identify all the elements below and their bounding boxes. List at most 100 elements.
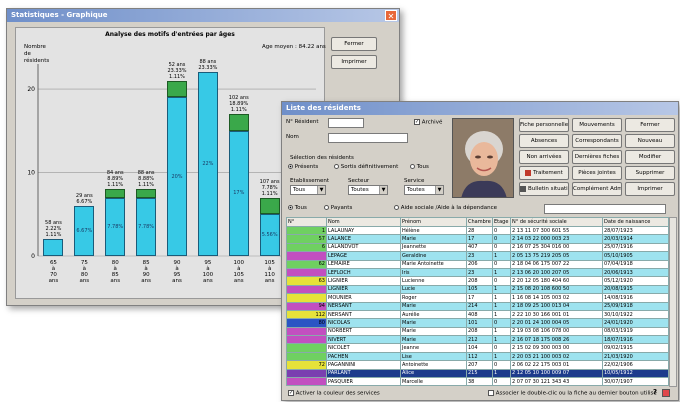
column-header[interactable]: Prénom [400,217,467,227]
print-button[interactable]: Imprimer [331,55,377,69]
table-row[interactable]: 57 LALANCE Marie 17 0 2 14 03 22 000 003 23 20… [286,234,669,244]
table-row[interactable]: 94 NERSANT Marie 214 1 2 18 09 25 100 013 04 2… [286,301,669,311]
table-cell: 1 [492,251,511,261]
x-tick-label: 90 à 95 ans [170,260,184,284]
table-cell: PASQUIER [326,377,401,387]
new-button[interactable]: Nouveau [625,134,675,148]
chevron-down-icon: ▼ [435,186,443,194]
print-button[interactable]: Imprimer [625,182,675,196]
attachments-button[interactable]: Pièces jointes [572,166,622,180]
table-cell: Marie [400,326,467,337]
status-radio-label: Présents [294,164,319,170]
admin-complement-button[interactable]: Complément Adm. [572,182,622,196]
archive-checkbox[interactable]: ✓ Archivé [414,119,442,126]
bar-segment-top [259,197,280,215]
resident-list-window: Liste des résidents N° Résident Nom ✓ Ar… [281,101,679,401]
absences-button[interactable]: Absences [519,134,569,148]
table-row[interactable]: LEPAGE Geraldine 23 1 2 05 13 75 219 205 05 0… [286,251,669,261]
table-cell: 1 [492,335,511,345]
bar-inner-label: 6.67% [76,227,93,234]
colors-checkbox[interactable]: ✓ Activer la couleur des services [288,390,380,397]
option-check-icon [488,390,494,396]
radio-icon [288,164,293,169]
personal-file-button[interactable]: Fiche personnelle [519,118,569,132]
table-row[interactable]: LIGNIER Lucie 105 1 2 15 08 20 108 600 50 20/… [286,284,669,295]
sector-select[interactable]: Toutes ▼ [348,185,388,195]
bar-1: 6.67% 29 ans 6.67% [74,193,95,256]
bar-top-label-line: 6.67% [76,198,93,205]
table-row[interactable]: PARLANT Alice 215 1 2 12 05 10 100 009 07 10/… [286,368,669,379]
column-header[interactable]: Chambre [466,217,493,227]
table-cell: 0 [492,259,511,269]
x-tick-label-line: ans [264,278,275,284]
table-row[interactable]: MOUNIER Roger 17 1 1 16 08 14 105 003 02 14/0… [286,293,669,303]
y-tick-label: 10 [27,170,35,177]
bar-segment-top [136,189,157,198]
status-radio-present[interactable]: Présents [288,164,318,170]
table-row[interactable]: 80 NICOLAS Marie 101 0 2 20 01 24 100 004 05 2… [286,318,669,328]
filter-radio-all[interactable]: Tous [288,205,307,211]
scrollbar[interactable] [669,217,677,387]
column-header[interactable]: Etage [492,217,511,227]
resident-number-field[interactable] [328,118,364,128]
bar-inner-label: 7.78% [107,223,124,230]
table-cell: 17 [466,293,493,303]
name-field[interactable] [328,133,408,143]
table-row[interactable]: PACHEN Lise 112 1 2 20 03 21 100 003 02 21/03… [286,351,669,362]
column-header[interactable]: N° de sécurité sociale [510,217,603,227]
modify-button[interactable]: Modifier [625,150,675,164]
status-bulletin-button[interactable]: Bulletin situation [519,182,569,196]
establishment-select[interactable]: Tous ▼ [290,185,326,195]
bar-top-label-line: 1.11% [230,107,247,114]
table-row[interactable]: 1 LALAUNAY Hélène 28 0 2 13 11 07 300 601 55 2… [286,225,669,236]
service-color-cell [286,267,327,278]
last-files-button[interactable]: Dernières fiches [572,150,622,164]
table-cell: 30/07/1907 [602,377,669,387]
chart-area: Analyse des motifs d'entrées par âges No… [15,27,326,299]
table-cell: Marie Antoinette [400,259,467,269]
table-row[interactable]: 72 PAGANNINI Antoinette 207 0 2 06 02 22 175 … [286,360,669,370]
table-row[interactable]: LEFLOCH Iris 23 1 2 13 06 20 100 207 05 20/06… [286,267,669,278]
service-color-cell [286,284,327,295]
delete-button[interactable]: Supprimer [625,166,675,180]
radio-icon [288,205,293,210]
column-header[interactable]: Date de naissance [602,217,669,227]
filter-radio-paying[interactable]: Payants [324,205,352,211]
column-header[interactable]: N° [286,217,327,227]
table-cell: Alice [400,368,467,379]
button-label: Nouveau [637,138,663,144]
colors-check-icon: ✓ [288,390,294,396]
help-icon[interactable]: ? [650,388,660,398]
treatment-button[interactable]: Traitement [519,166,569,180]
table-row[interactable]: 62 LEMAIRE Marie Antoinette 206 0 2 18 04 06 … [286,259,669,269]
table-row[interactable]: NORBERT Marie 208 1 2 19 03 08 106 078 00 08/… [286,326,669,337]
column-header[interactable]: Nom [326,217,401,227]
correspondents-button[interactable]: Correspondants [572,134,622,148]
status-radio-left[interactable]: Sortis définitivement [334,164,398,170]
service-value: Toutes [407,187,425,193]
service-select[interactable]: Toutes ▼ [404,185,444,195]
movements-button[interactable]: Mouvements [572,118,622,132]
not-arrived-button[interactable]: Non arrivées [519,150,569,164]
close-button[interactable]: Fermer [625,118,675,132]
table-row[interactable]: NICOLET Jeanne 104 0 2 15 02 09 300 003 00 09… [286,343,669,353]
table-row[interactable]: 112 NERSANT Aurélie 408 1 2 22 10 30 166 001 … [286,309,669,320]
table-row[interactable]: 63 LIGNIER Lucienne 208 0 2 20 12 05 180 404 … [286,276,669,286]
bar-7: 5.56% 107 ans 7.78% 1.11% [259,179,280,256]
button-label: Pièces jointes [578,170,616,176]
bar-segment-top [228,114,249,131]
table-cell: 07/04/1918 [602,259,669,269]
table-row[interactable]: NIVERT Marie 212 1 2 16 07 18 175 008 26 18/0… [286,335,669,345]
filter-select[interactable] [544,204,666,214]
palette-icon[interactable] [662,389,670,397]
service-color-cell [286,368,327,379]
filter-radio-aid[interactable]: Aide sociale /Aide à la dépendance [394,205,497,211]
table-row[interactable]: PASQUIER Marcelle 38 0 2 07 07 30 121 343 43… [286,377,669,387]
close-button[interactable]: Fermer [331,37,377,51]
x-tick-label: 65 à 70 ans [46,260,60,284]
status-radio-all[interactable]: Tous [410,164,429,170]
double-click-option[interactable]: Associer le double-clic ou la fiche au d… [488,390,657,397]
close-icon[interactable]: ✕ [385,10,397,21]
table-row[interactable]: 6 LALANDVOT Jeannette 407 0 2 16 07 25 304 01… [286,242,669,253]
table-cell: LALANDVOT [326,242,401,253]
